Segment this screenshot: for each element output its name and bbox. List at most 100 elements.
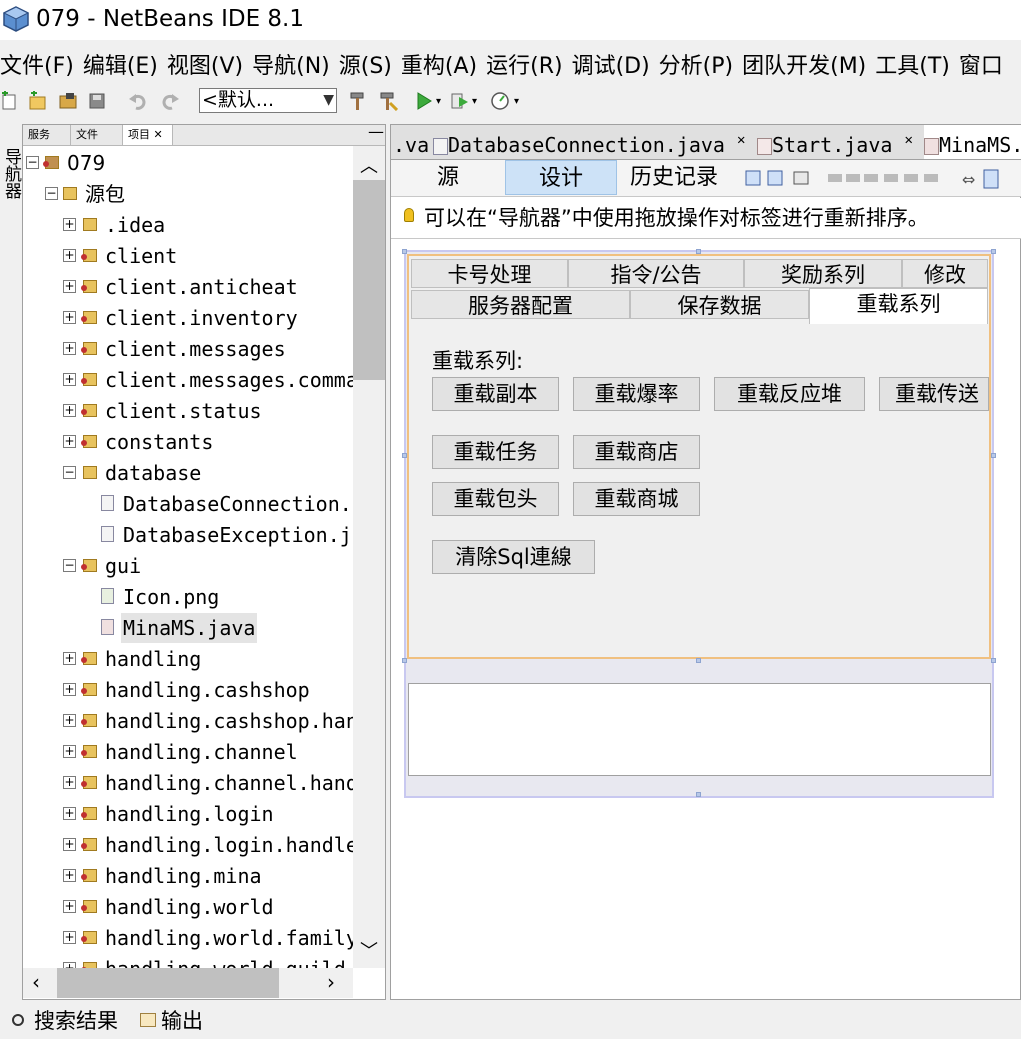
reload-shop-button[interactable]: 重载商店 (573, 435, 700, 469)
reload-header-button[interactable]: 重载包头 (432, 482, 559, 516)
search-results-tab[interactable]: 搜索结果 (34, 1005, 118, 1037)
chevron-left-icon[interactable]: ‹ (32, 970, 40, 994)
expand-icon[interactable]: + (63, 745, 76, 758)
clean-build-icon[interactable] (378, 91, 398, 111)
expand-icon[interactable]: + (63, 218, 76, 231)
menu-team[interactable]: 团队开发(M) (742, 48, 866, 86)
debug-dropdown-icon[interactable]: ▾ (472, 96, 492, 116)
tree-vertical-scroll-thumb[interactable] (353, 180, 385, 380)
expand-icon[interactable]: + (63, 311, 76, 324)
expand-icon[interactable]: + (63, 714, 76, 727)
close-icon[interactable]: ✕ (904, 132, 912, 148)
open-project-icon[interactable] (58, 91, 78, 111)
expand-icon[interactable]: + (63, 683, 76, 696)
close-icon[interactable]: ✕ (737, 132, 745, 148)
build-hammer-icon[interactable] (348, 91, 368, 111)
tab-modify[interactable]: 修改 (902, 259, 988, 288)
collapse-icon[interactable]: − (26, 156, 39, 169)
collapse-icon[interactable]: − (45, 187, 58, 200)
menu-profile[interactable]: 分析(P) (659, 48, 733, 86)
resize-handle[interactable] (991, 453, 996, 458)
menu-file[interactable]: 文件(F) (0, 48, 74, 86)
minimize-icon[interactable]: — (368, 122, 384, 141)
profile-dropdown-icon[interactable]: ▾ (514, 96, 534, 116)
reload-reactor-button[interactable]: 重载反应堆 (714, 377, 865, 411)
resize-handle[interactable] (696, 792, 701, 797)
collapse-icon[interactable]: − (63, 559, 76, 572)
menu-view[interactable]: 视图(V) (167, 48, 243, 86)
tab-services[interactable]: 服务 (23, 125, 71, 145)
expand-icon[interactable]: + (63, 373, 76, 386)
run-icon[interactable] (414, 91, 434, 111)
tab-reload-series[interactable]: 重载系列 (809, 288, 988, 324)
tab-card-processing[interactable]: 卡号处理 (411, 259, 568, 288)
editor-tab-partial[interactable]: .va (393, 125, 431, 159)
view-tab-history[interactable]: 历史记录 (618, 160, 730, 195)
resize-handle[interactable] (991, 249, 996, 254)
tab-commands-announcements[interactable]: 指令/公告 (568, 259, 744, 288)
menu-window[interactable]: 窗口 (959, 48, 1003, 86)
menu-run[interactable]: 运行(R) (486, 48, 562, 86)
expand-icon[interactable]: + (63, 807, 76, 820)
expand-icon[interactable]: + (63, 404, 76, 417)
expand-icon[interactable]: + (63, 931, 76, 944)
save-all-icon[interactable] (88, 91, 108, 111)
tab-rewards[interactable]: 奖励系列 (744, 259, 902, 288)
design-toolbar-icons[interactable]: ⇔ (744, 168, 1019, 190)
expand-icon[interactable]: + (63, 280, 76, 293)
new-file-icon[interactable] (0, 91, 20, 111)
chevron-up-icon[interactable]: ︿ (360, 152, 378, 178)
reload-droprate-button[interactable]: 重载爆率 (573, 377, 700, 411)
editor-tab-start[interactable]: Start.java ✕ (757, 125, 921, 159)
menu-navigate[interactable]: 导航(N) (252, 48, 330, 86)
new-project-icon[interactable] (27, 91, 47, 111)
close-icon[interactable]: ✕ (154, 128, 163, 141)
tab-projects[interactable]: 项目 ✕ (123, 125, 173, 145)
undo-icon[interactable] (128, 91, 148, 111)
expand-icon[interactable]: + (63, 435, 76, 448)
menu-debug[interactable]: 调试(D) (572, 48, 650, 86)
debug-icon[interactable] (450, 91, 470, 111)
expand-icon[interactable]: + (63, 869, 76, 882)
resize-handle[interactable] (991, 658, 996, 663)
menu-tools[interactable]: 工具(T) (875, 48, 950, 86)
navigator-side-tab[interactable]: 导航器 (0, 148, 21, 199)
chevron-right-icon[interactable]: › (327, 970, 335, 994)
expand-icon[interactable]: + (63, 342, 76, 355)
main-toolbar: ▾ ▾ ▾ (0, 86, 1021, 118)
expand-icon[interactable]: + (63, 900, 76, 913)
tab-save-data[interactable]: 保存数据 (630, 290, 809, 319)
resize-handle[interactable] (402, 249, 407, 254)
output-tab[interactable]: 输出 (161, 1005, 203, 1037)
reload-portal-button[interactable]: 重载传送 (879, 377, 989, 411)
expand-icon[interactable]: + (63, 652, 76, 665)
resize-handle[interactable] (402, 453, 407, 458)
tree-node-label: 源包 (85, 182, 125, 206)
collapse-icon[interactable]: − (63, 466, 76, 479)
configuration-select[interactable]: <默认... ▼ (199, 88, 337, 113)
reload-quest-button[interactable]: 重载任务 (432, 435, 559, 469)
view-tab-source[interactable]: 源 (392, 160, 504, 195)
view-tab-design[interactable]: 设计 (505, 160, 617, 195)
clear-sql-connections-button[interactable]: 清除Sql連線 (432, 540, 595, 574)
chevron-down-icon[interactable]: ﹀ (360, 937, 378, 963)
log-text-area[interactable] (408, 683, 991, 776)
reload-cashshop-button[interactable]: 重载商城 (573, 482, 700, 516)
profile-icon[interactable] (490, 91, 510, 111)
redo-icon[interactable] (160, 91, 180, 111)
tab-files[interactable]: 文件 (71, 125, 123, 145)
resize-handle[interactable] (696, 658, 701, 663)
tree-horizontal-scroll-thumb[interactable] (57, 968, 279, 998)
expand-icon[interactable]: + (63, 838, 76, 851)
menu-refactor[interactable]: 重构(A) (401, 48, 477, 86)
expand-icon[interactable]: + (63, 776, 76, 789)
expand-icon[interactable]: + (63, 249, 76, 262)
resize-handle[interactable] (696, 249, 701, 254)
menu-edit[interactable]: 编辑(E) (83, 48, 158, 86)
tab-server-config[interactable]: 服务器配置 (411, 290, 630, 319)
editor-tab-minams[interactable]: MinaMS. (924, 125, 1021, 159)
reload-dungeon-button[interactable]: 重载副本 (432, 377, 559, 411)
menu-source[interactable]: 源(S) (339, 48, 392, 86)
editor-tab-databaseconnection[interactable]: DatabaseConnection.java ✕ (433, 125, 753, 159)
resize-handle[interactable] (402, 658, 407, 663)
